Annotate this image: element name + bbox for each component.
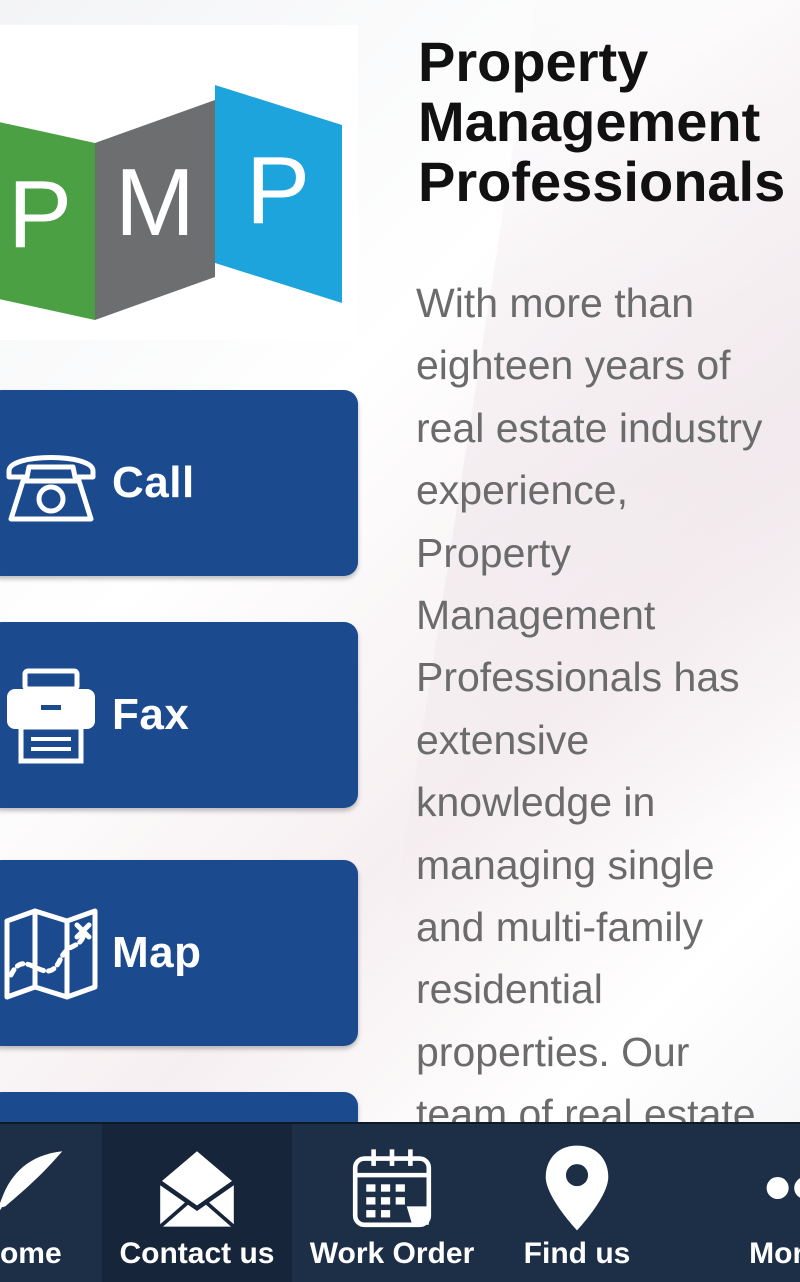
nav-item-find-us[interactable]: Find us	[492, 1124, 662, 1282]
description-line: managing single	[416, 841, 715, 888]
description-line: Professionals has	[416, 654, 740, 701]
map-button[interactable]: Map	[0, 860, 358, 1046]
nav-item-contact-us[interactable]: Contact us	[102, 1124, 292, 1282]
feather-icon	[0, 1142, 100, 1234]
nav-item-home[interactable]: Home	[0, 1124, 100, 1282]
company-description: With more than eighteen years of real es…	[416, 272, 800, 1127]
description-line: team of real estate	[416, 1091, 756, 1127]
description-line: experience,	[416, 467, 628, 514]
description-line: extensive	[416, 716, 590, 763]
location-pin-icon	[492, 1142, 662, 1234]
description-line: Property	[416, 529, 571, 576]
description-line: knowledge in	[416, 779, 656, 826]
description-line: residential	[416, 966, 603, 1013]
page-title: Property Management Professionals	[418, 32, 800, 212]
fax-label: Fax	[112, 690, 190, 739]
title-line: Professionals	[418, 150, 786, 212]
fax-button[interactable]: Fax	[0, 622, 358, 808]
description-line: real estate industry	[416, 404, 763, 451]
pmp-logo: P M P	[0, 25, 358, 340]
map-label: Map	[112, 928, 202, 977]
nav-item-work-order[interactable]: Work Order	[292, 1124, 492, 1282]
logo-letter-m: M	[115, 149, 195, 256]
call-label: Call	[112, 458, 195, 507]
nav-label-find-us: Find us	[523, 1237, 631, 1270]
more-dots-icon	[700, 1142, 800, 1234]
nav-label-home: Home	[0, 1237, 62, 1270]
title-line: Property	[418, 32, 649, 93]
description-line: properties. Our	[416, 1028, 690, 1075]
pmp-logo-graphic: P M P	[0, 85, 342, 320]
nav-label-more: More	[749, 1237, 800, 1270]
description-line: Management	[416, 592, 656, 639]
nav-label-work-order: Work Order	[309, 1237, 475, 1270]
logo-letter-p1: P	[8, 161, 72, 268]
fax-icon	[0, 655, 106, 775]
envelope-icon	[102, 1142, 292, 1234]
bottom-navigation-bar: Home Contact us	[0, 1122, 800, 1282]
nav-item-more[interactable]: More	[700, 1124, 800, 1282]
calendar-icon	[292, 1142, 492, 1234]
call-button[interactable]: Call	[0, 390, 358, 576]
description-line: eighteen years of	[416, 342, 731, 389]
map-icon	[0, 893, 106, 1013]
telephone-icon	[0, 423, 106, 543]
description-line: and multi-family	[416, 904, 704, 951]
description-line: With more than	[416, 280, 694, 326]
logo-letter-p2: P	[246, 137, 310, 244]
title-line: Management	[418, 90, 761, 153]
nav-label-contact-us: Contact us	[119, 1237, 275, 1270]
